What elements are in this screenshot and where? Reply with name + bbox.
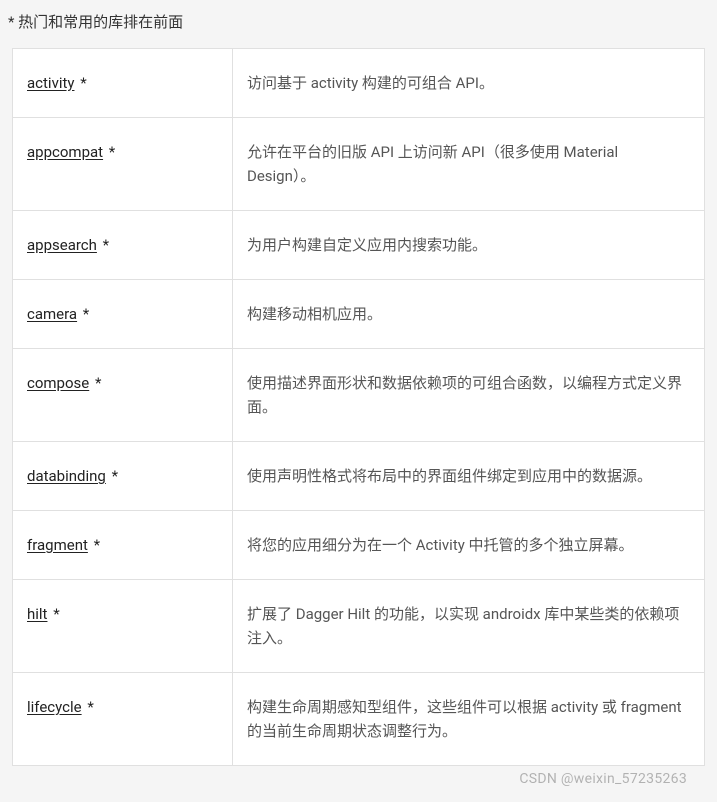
star-icon: *: [108, 467, 118, 485]
table-row: hilt * 扩展了 Dagger Hilt 的功能，以实现 androidx …: [13, 580, 705, 673]
star-icon: *: [91, 374, 101, 392]
library-link-appsearch[interactable]: appsearch: [27, 236, 97, 254]
library-name-cell: appcompat *: [13, 118, 233, 211]
library-name-cell: fragment *: [13, 511, 233, 580]
library-name-cell: camera *: [13, 280, 233, 349]
table-row: lifecycle * 构建生命周期感知型组件，这些组件可以根据 activit…: [13, 673, 705, 766]
library-name-cell: databinding *: [13, 442, 233, 511]
header-note: * 热门和常用的库排在前面: [0, 0, 717, 48]
library-desc: 将您的应用细分为在一个 Activity 中托管的多个独立屏幕。: [233, 511, 705, 580]
library-name-cell: activity *: [13, 49, 233, 118]
library-name-cell: lifecycle *: [13, 673, 233, 766]
star-icon: *: [49, 605, 59, 623]
table-row: compose * 使用描述界面形状和数据依赖项的可组合函数，以编程方式定义界面…: [13, 349, 705, 442]
table-row: databinding * 使用声明性格式将布局中的界面组件绑定到应用中的数据源…: [13, 442, 705, 511]
library-desc: 扩展了 Dagger Hilt 的功能，以实现 androidx 库中某些类的依…: [233, 580, 705, 673]
library-link-camera[interactable]: camera: [27, 305, 77, 323]
star-icon: *: [76, 74, 86, 92]
library-name-cell: appsearch *: [13, 211, 233, 280]
star-icon: *: [99, 236, 109, 254]
library-link-lifecycle[interactable]: lifecycle: [27, 698, 82, 716]
library-desc: 使用描述界面形状和数据依赖项的可组合函数，以编程方式定义界面。: [233, 349, 705, 442]
library-desc: 允许在平台的旧版 API 上访问新 API（很多使用 Material Desi…: [233, 118, 705, 211]
library-desc: 构建移动相机应用。: [233, 280, 705, 349]
star-icon: *: [90, 536, 100, 554]
star-icon: *: [105, 143, 115, 161]
library-desc: 为用户构建自定义应用内搜索功能。: [233, 211, 705, 280]
library-link-activity[interactable]: activity: [27, 74, 74, 92]
library-link-hilt[interactable]: hilt: [27, 605, 47, 623]
library-link-appcompat[interactable]: appcompat: [27, 143, 103, 161]
table-row: activity * 访问基于 activity 构建的可组合 API。: [13, 49, 705, 118]
library-desc: 访问基于 activity 构建的可组合 API。: [233, 49, 705, 118]
library-name-cell: compose *: [13, 349, 233, 442]
libraries-table-wrap: activity * 访问基于 activity 构建的可组合 API。 app…: [0, 48, 717, 780]
library-desc: 构建生命周期感知型组件，这些组件可以根据 activity 或 fragment…: [233, 673, 705, 766]
library-name-cell: hilt *: [13, 580, 233, 673]
library-link-compose[interactable]: compose: [27, 374, 89, 392]
star-icon: *: [79, 305, 89, 323]
table-row: fragment * 将您的应用细分为在一个 Activity 中托管的多个独立…: [13, 511, 705, 580]
table-row: appsearch * 为用户构建自定义应用内搜索功能。: [13, 211, 705, 280]
library-desc: 使用声明性格式将布局中的界面组件绑定到应用中的数据源。: [233, 442, 705, 511]
star-icon: *: [84, 698, 94, 716]
table-row: appcompat * 允许在平台的旧版 API 上访问新 API（很多使用 M…: [13, 118, 705, 211]
table-row: camera * 构建移动相机应用。: [13, 280, 705, 349]
library-link-fragment[interactable]: fragment: [27, 536, 88, 554]
library-link-databinding[interactable]: databinding: [27, 467, 106, 485]
libraries-table: activity * 访问基于 activity 构建的可组合 API。 app…: [12, 48, 705, 766]
